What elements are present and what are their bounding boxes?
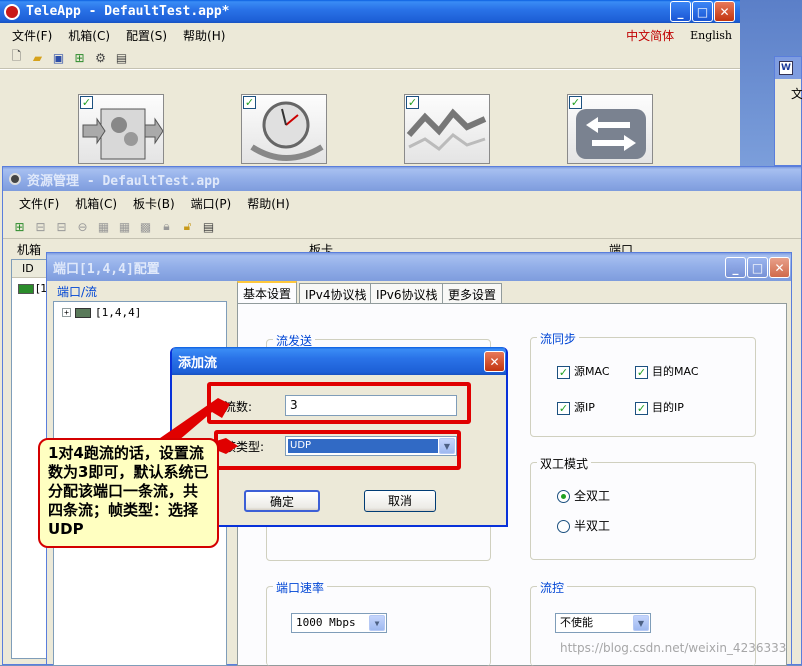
annotation-text: 1对4跑流的话，设置流数为3即可，默认系统已分配该端口一条流，共四条流；帧类型：… [48, 444, 209, 538]
callout-arrows [150, 398, 238, 464]
watermark: https://blog.csdn.net/weixin_4236333 [560, 641, 787, 655]
annotation-callout: 1对4跑流的话，设置流数为3即可，默认系统已分配该端口一条流，共四条流；帧类型：… [38, 438, 219, 548]
